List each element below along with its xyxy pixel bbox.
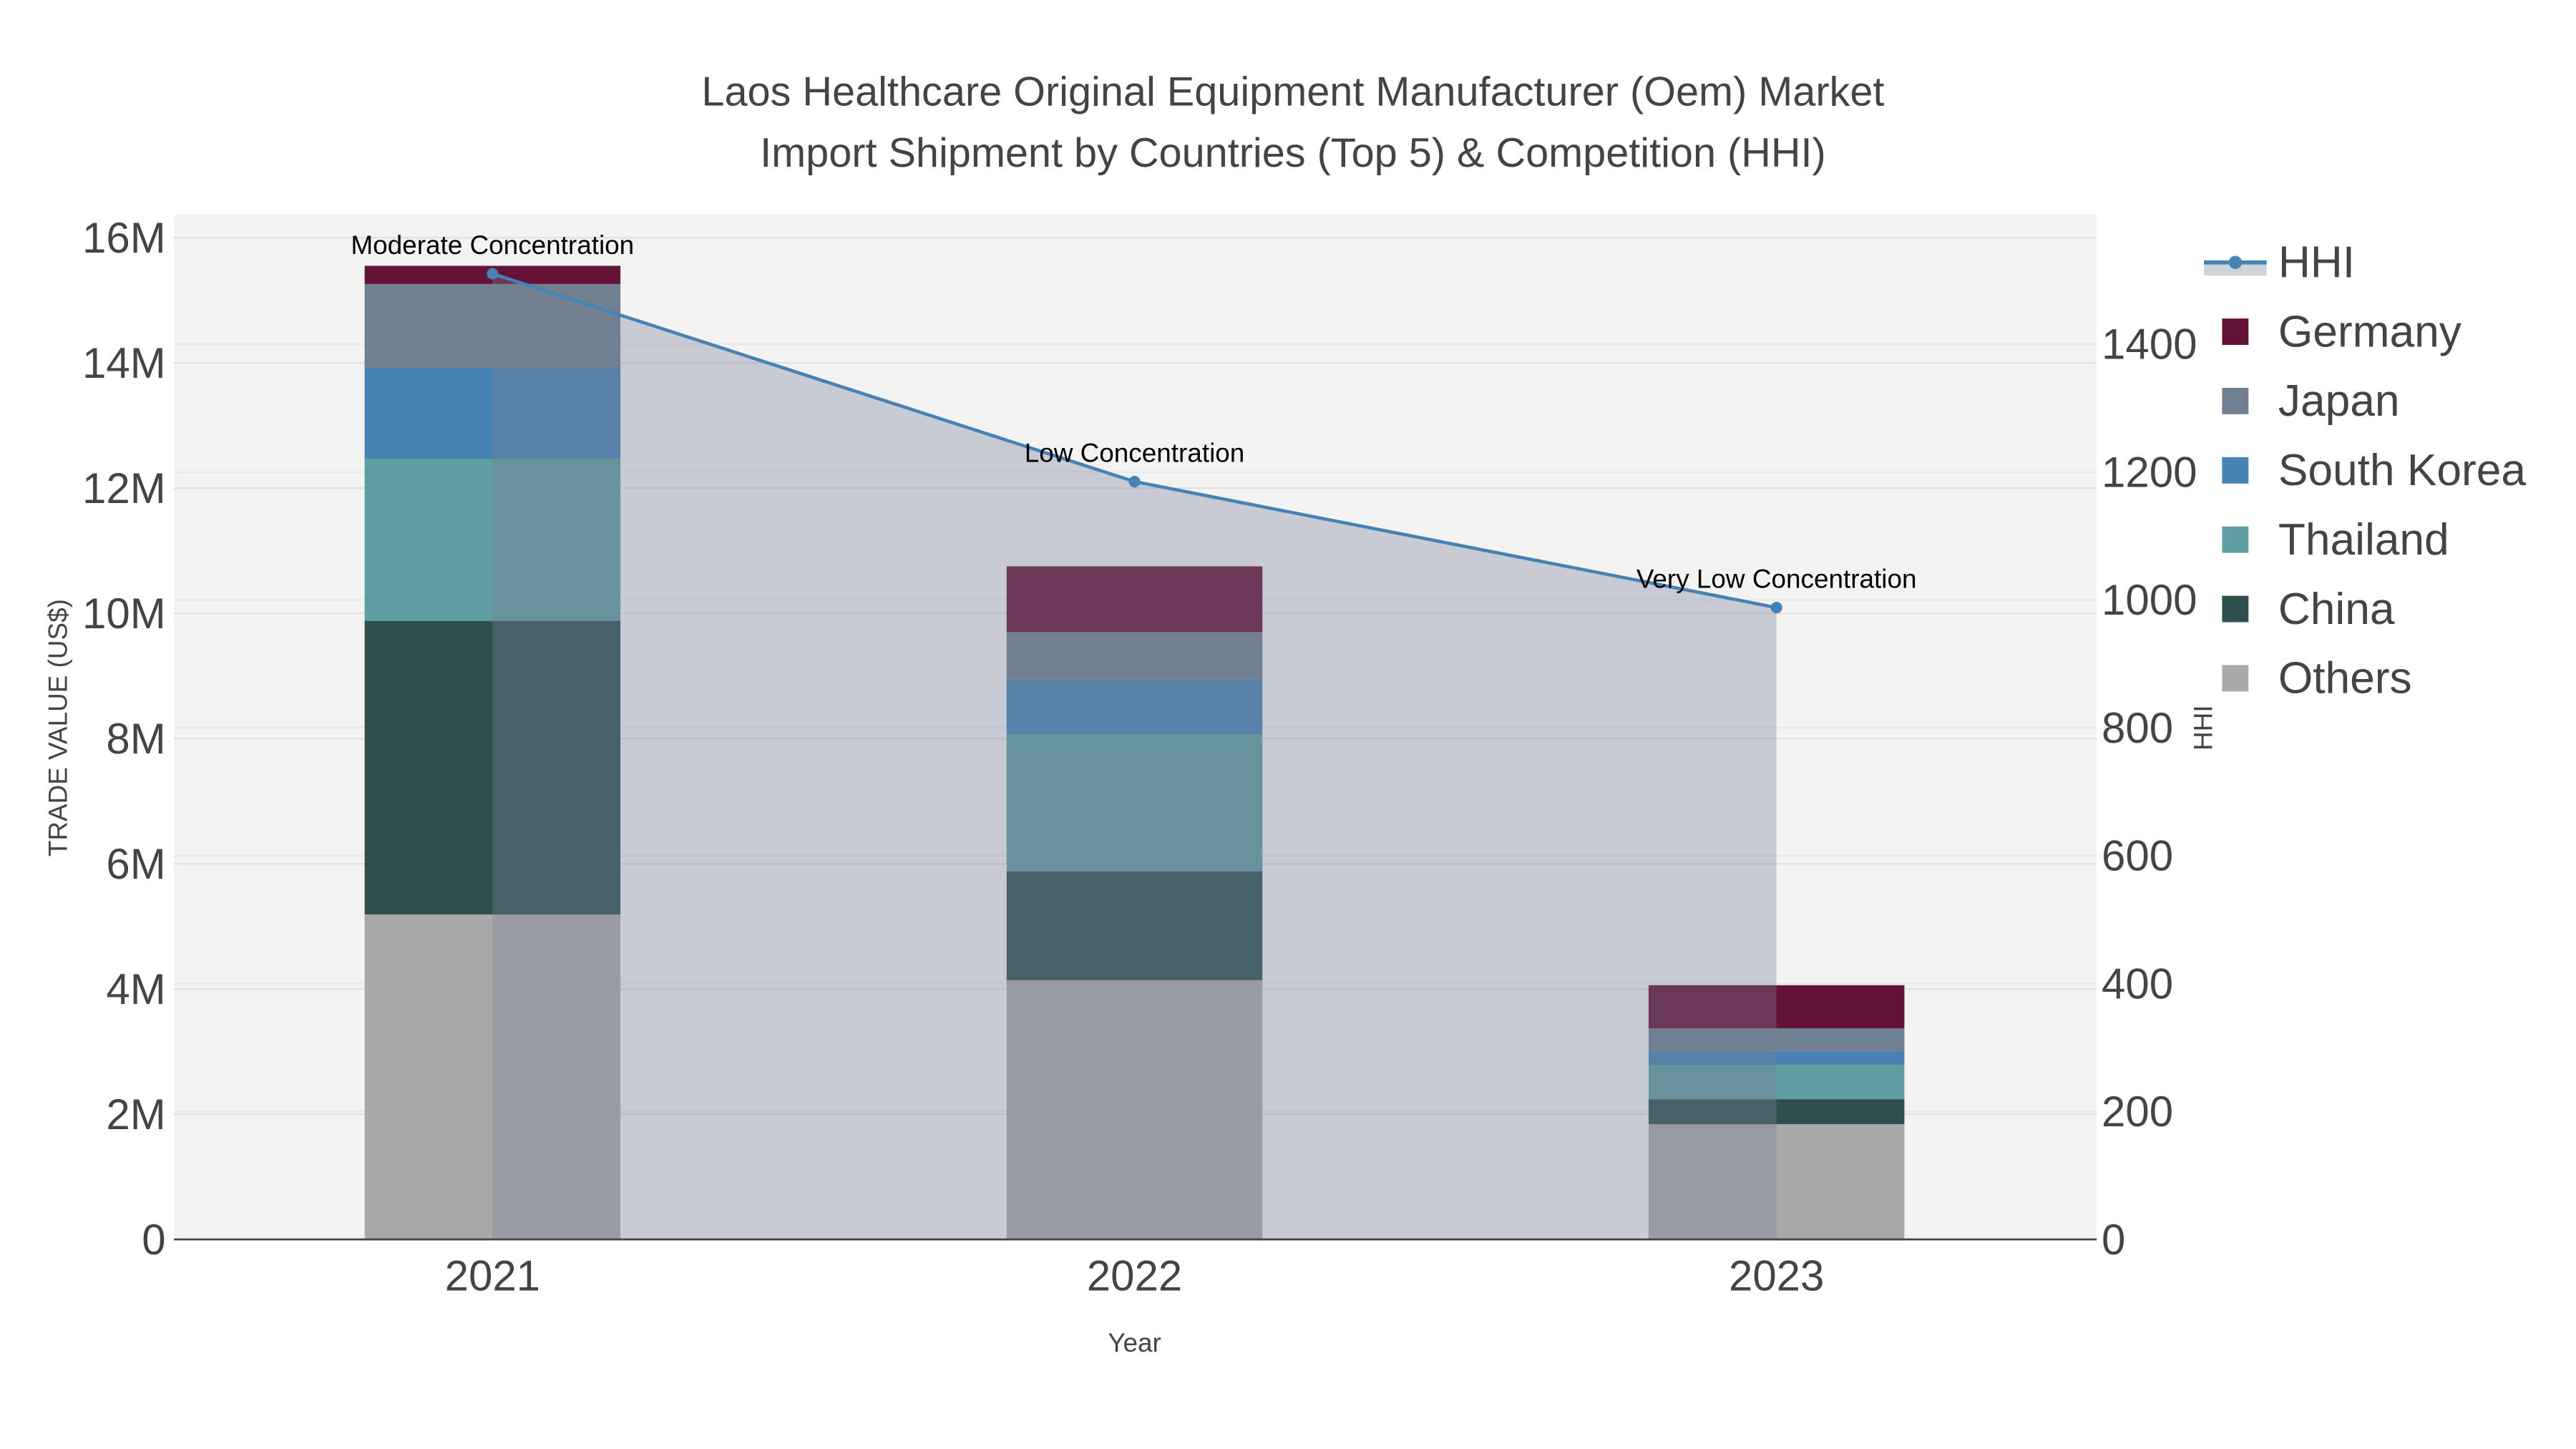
y2-tick-label: 0 [2102, 1216, 2125, 1264]
y2-tick-label: 1000 [2102, 576, 2197, 624]
x-tick-label: 2023 [1729, 1252, 1824, 1300]
y-tick-label: 4M [106, 965, 165, 1013]
legend-label: South Korea [2278, 446, 2527, 495]
legend-label: Japan [2278, 376, 2400, 426]
legend-swatch-thailand [2222, 526, 2249, 553]
legend-label: Thailand [2278, 515, 2449, 565]
legend-label: Germany [2278, 307, 2462, 356]
chart: Moderate Concentration Low Concentration V… [43, 69, 2526, 1357]
y-tick-label: 2M [106, 1091, 165, 1138]
y-axis-label: TRADE VALUE (US$) [43, 599, 72, 857]
y-tick-label: 16M [82, 214, 166, 262]
y2-tick-label: 1400 [2102, 321, 2197, 369]
legend: HHI Germany Japan South Korea Thailand China O… [2204, 238, 2526, 703]
legend-label: Others [2278, 654, 2412, 703]
hhi-point [1770, 602, 1782, 614]
hhi-point [487, 268, 499, 280]
y2-tick-label: 800 [2102, 704, 2173, 752]
hhi-annotation: Moderate Concentration [351, 230, 634, 260]
y2-tick-label: 400 [2102, 960, 2173, 1008]
legend-swatch-japan [2222, 387, 2249, 414]
y-tick-label: 14M [82, 339, 166, 387]
x-tick-label: 2021 [445, 1252, 540, 1300]
legend-swatch-others [2222, 665, 2249, 692]
hhi-annotation: Low Concentration [1025, 438, 1245, 467]
y2-axis-ticks: 0 200 400 600 800 1000 1200 1400 [2102, 321, 2197, 1264]
legend-swatch-germany [2222, 318, 2249, 346]
legend-swatch-china [2222, 595, 2249, 623]
legend-hhi-marker [2228, 255, 2243, 269]
legend-label: China [2278, 585, 2395, 634]
y2-tick-label: 600 [2102, 832, 2173, 880]
hhi-point [1128, 475, 1141, 488]
hhi-annotation: Very Low Concentration [1636, 564, 1917, 593]
y2-axis-label: HHI [2189, 705, 2218, 751]
y-tick-label: 8M [106, 715, 165, 763]
y-tick-label: 6M [106, 840, 165, 888]
y-tick-label: 10M [82, 590, 166, 638]
x-tick-label: 2022 [1087, 1252, 1182, 1300]
legend-label: HHI [2278, 238, 2355, 287]
y2-tick-label: 1200 [2102, 448, 2197, 496]
x-axis-label: Year [1108, 1328, 1161, 1357]
y-tick-label: 12M [82, 464, 166, 512]
chart-title-line-2: Import Shipment by Countries (Top 5) & C… [760, 130, 1826, 176]
y-tick-label: 0 [142, 1216, 165, 1264]
y2-tick-label: 200 [2102, 1088, 2173, 1136]
legend-swatch-south-korea [2222, 457, 2249, 484]
chart-title-line-1: Laos Healthcare Original Equipment Manuf… [701, 69, 1884, 115]
x-axis-ticks: 2021 2022 2023 [445, 1252, 1825, 1300]
y-axis-ticks: 0 2M 4M 6M 8M 10M 12M 14M 16M [82, 214, 166, 1264]
